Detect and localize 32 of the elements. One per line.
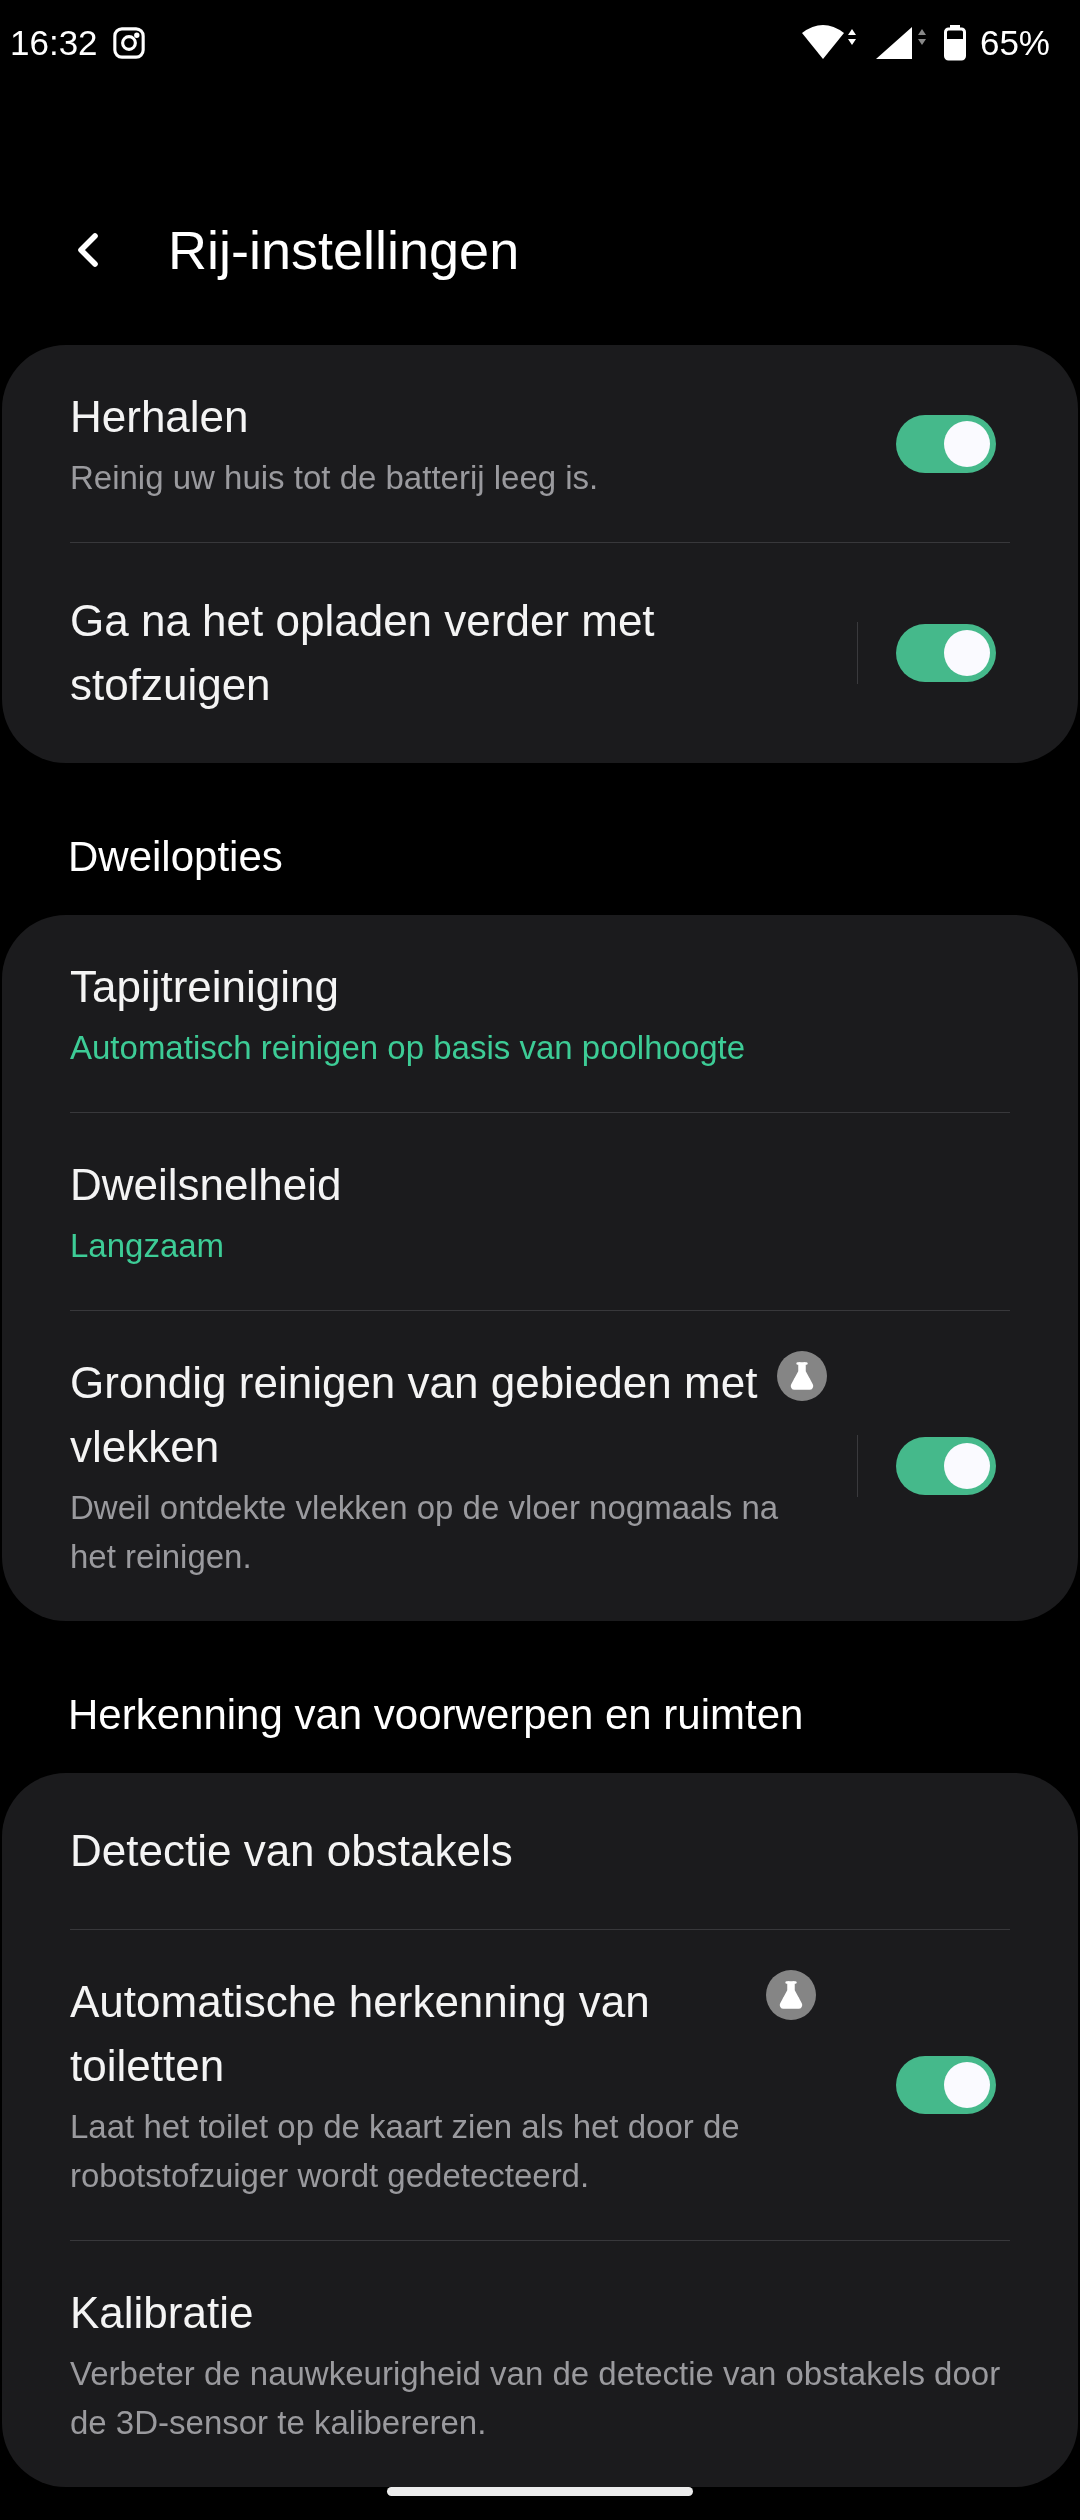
setting-row[interactable]: Dweilsnelheid Langzaam bbox=[70, 1112, 1010, 1311]
setting-title: Ga na het opladen verder met stofzuigen bbox=[70, 595, 656, 712]
setting-title: Tapijtreiniging bbox=[70, 961, 341, 1014]
setting-row[interactable]: Ga na het opladen verder met stofzuigen bbox=[70, 542, 1010, 764]
setting-row[interactable]: Grondig reinigen van gebieden met vlekken Dweil ontdekte vlekken op de vloer nogmaals na het reinigen. bbox=[70, 1310, 1010, 1622]
section-heading: Dweilopties bbox=[67, 832, 284, 883]
setting-value: Automatisch reinigen op basis van poolhoogte bbox=[70, 1028, 747, 1069]
battery-percentage: 65% bbox=[979, 23, 1050, 64]
setting-description: Dweil ontdekte vlekken op de vloer nogmaals na het reinigen. bbox=[70, 1488, 780, 1578]
battery-icon bbox=[943, 25, 966, 62]
setting-title: Detectie van obstakels bbox=[70, 1825, 514, 1878]
setting-row[interactable]: Automatische herkenning van toiletten Laat het toilet op de kaart zien als het door de robotstofzuiger wordt gedetecteerd. bbox=[70, 1929, 1010, 2241]
setting-title: Herhalen bbox=[70, 391, 250, 444]
setting-title: Dweilsnelheid bbox=[70, 1159, 343, 1212]
setting-row[interactable]: Detectie van obstakels bbox=[70, 1773, 1010, 1930]
setting-description: Laat het toilet op de kaart zien als het door de robotstofzuiger wordt gedetecteerd. bbox=[70, 2107, 741, 2197]
setting-value: Langzaam bbox=[70, 1226, 226, 1267]
status-time: 16:32 bbox=[10, 23, 98, 64]
setting-row[interactable]: Herhalen Reinig uw huis tot de batterij leeg is. bbox=[70, 345, 1010, 543]
page-title: Rij-instellingen bbox=[168, 218, 520, 281]
setting-title: Grondig reinigen van gebieden met vlekken bbox=[70, 1357, 759, 1474]
camera-app-icon bbox=[111, 26, 146, 61]
setting-title: Automatische herkenning van toiletten bbox=[70, 1976, 651, 2093]
toggle-switch[interactable] bbox=[896, 1437, 996, 1496]
toggle-switch[interactable] bbox=[896, 2056, 996, 2115]
section-heading: Herkenning van voorwerpen en ruimten bbox=[67, 1690, 805, 1741]
toggle-switch[interactable] bbox=[896, 414, 996, 473]
setting-description: Verbeter de nauwkeurigheid van de detectie van obstakels door de 3D-sensor te kalibereren. bbox=[70, 2354, 1002, 2444]
setting-title: Kalibratie bbox=[70, 2287, 255, 2340]
toggle-switch[interactable] bbox=[896, 624, 996, 683]
setting-description: Reinig uw huis tot de batterij leeg is. bbox=[70, 458, 600, 499]
setting-row[interactable]: Tapijtreiniging Automatisch reinigen op basis van poolhoogte bbox=[70, 915, 1010, 1113]
